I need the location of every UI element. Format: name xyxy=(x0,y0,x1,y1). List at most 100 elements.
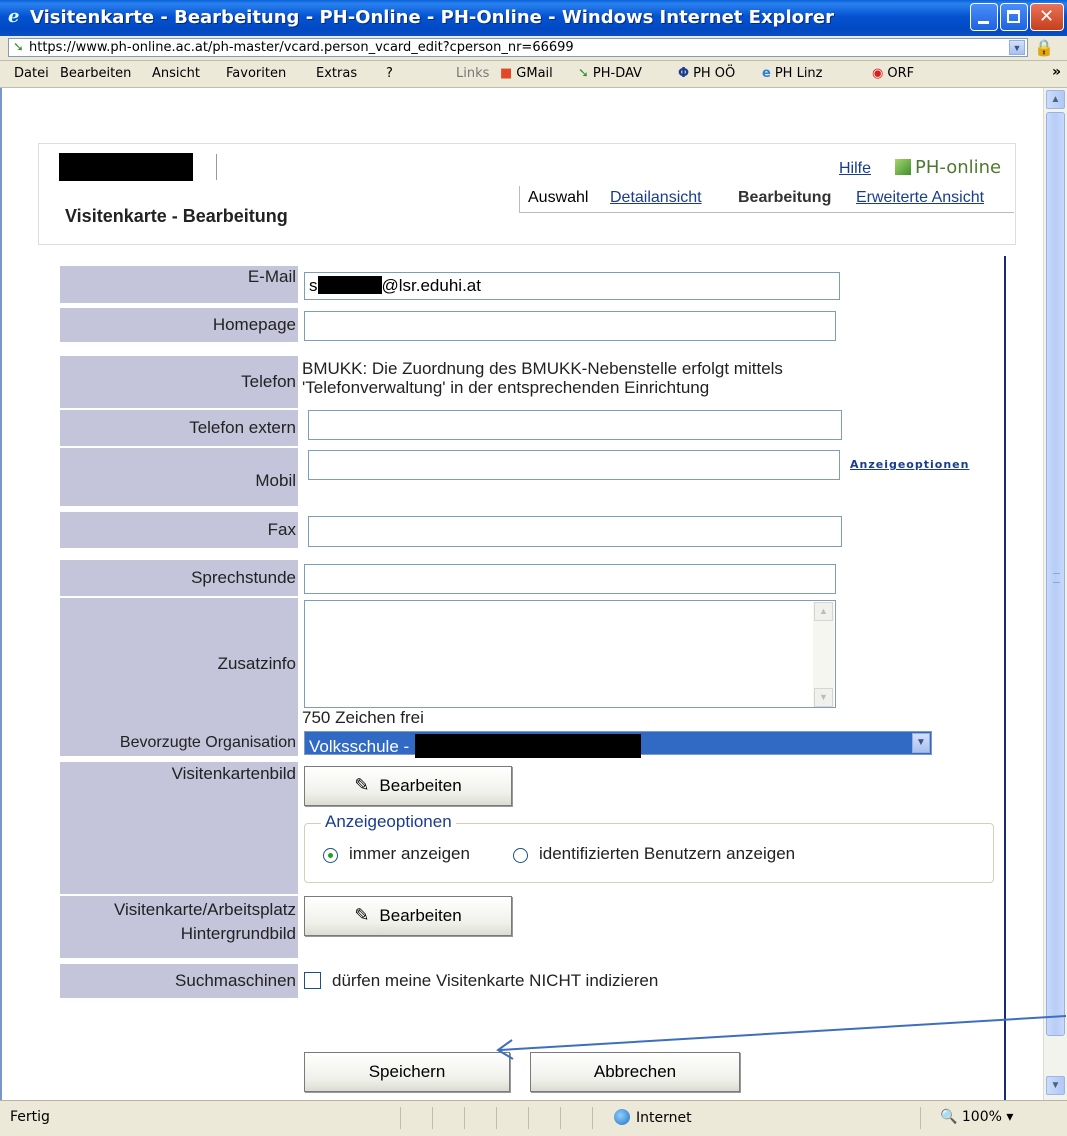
menu-extras[interactable]: Extras xyxy=(316,66,357,81)
link-gmail[interactable]: ■ GMail xyxy=(500,66,553,81)
status-divider xyxy=(400,1107,401,1129)
ph-online-logo-icon xyxy=(895,159,911,175)
security-zone[interactable]: Internet xyxy=(614,1109,692,1126)
homepage-field[interactable] xyxy=(304,311,836,341)
fax-field[interactable] xyxy=(308,516,842,547)
organisation-select[interactable]: Volksschule - ▼ xyxy=(304,731,932,758)
tab-auswahl[interactable]: Auswahl xyxy=(528,189,588,207)
orf-icon: ◉ xyxy=(872,66,884,81)
scroll-down-icon[interactable]: ▼ xyxy=(1046,1076,1065,1095)
display-options-fieldset: Anzeigeoptionen immer anzeigen identifiz… xyxy=(304,812,994,883)
cancel-button[interactable]: Abbrechen xyxy=(530,1052,740,1092)
gmail-icon: ■ xyxy=(500,66,513,81)
status-bar: Fertig Internet 🔍 100% ▾ xyxy=(0,1100,1067,1136)
site-favicon-icon: ➘ xyxy=(13,40,24,55)
page-header: Hilfe PH-online Auswahl Detailansicht Be… xyxy=(38,143,1016,245)
link-ph-ooe[interactable]: Φ PH OÖ xyxy=(678,66,735,81)
email-label: E-Mail xyxy=(60,266,298,303)
status-divider xyxy=(464,1107,465,1129)
radio-always-show[interactable] xyxy=(323,848,338,863)
mobil-field[interactable] xyxy=(308,450,840,480)
edit-background-image-button[interactable]: ✎ Bearbeiten xyxy=(304,896,512,936)
status-text: Fertig xyxy=(10,1109,50,1125)
email-field[interactable]: s @lsr.eduhi.at xyxy=(304,272,840,300)
sprechstunde-field[interactable] xyxy=(304,564,836,594)
pencil-icon: ✎ xyxy=(354,775,370,796)
mobil-display-options-link[interactable]: Anzeigeoptionen xyxy=(850,458,969,471)
zoom-level[interactable]: 🔍 100% ▾ xyxy=(940,1109,1013,1125)
select-dropdown-icon[interactable]: ▼ xyxy=(912,733,930,753)
noindex-checkbox-label[interactable]: dürfen meine Visitenkarte NICHT indizier… xyxy=(332,971,658,991)
tab-erweiterte-ansicht[interactable]: Erweiterte Ansicht xyxy=(856,189,984,207)
header-separator xyxy=(216,154,217,180)
fax-label: Fax xyxy=(60,512,298,548)
radio-always-label[interactable]: immer anzeigen xyxy=(349,844,470,864)
telefon-label: Telefon xyxy=(60,356,298,408)
ph-dav-icon: ➘ xyxy=(578,66,589,81)
tab-detailansicht[interactable]: Detailansicht xyxy=(610,189,702,207)
menu-bar: Datei Bearbeiten Ansicht Favoriten Extra… xyxy=(0,61,1067,88)
zusatzinfo-label: Zusatzinfo xyxy=(60,598,298,730)
email-redacted xyxy=(317,276,382,294)
institution-logo-redacted xyxy=(59,153,193,181)
display-options-legend: Anzeigeoptionen xyxy=(321,812,456,832)
pencil-icon: ✎ xyxy=(354,905,370,926)
window-title-bar: e Visitenkarte - Bearbeitung - PH-Online… xyxy=(0,0,1067,36)
radio-identified-users[interactable] xyxy=(513,848,528,863)
address-bar: ➘ https://www.ph-online.ac.at/ph-master/… xyxy=(0,36,1067,61)
zusatzinfo-textarea[interactable]: ▲ ▼ xyxy=(304,600,836,708)
links-label: Links xyxy=(456,66,490,81)
textarea-scroll-up-icon[interactable]: ▲ xyxy=(814,602,833,621)
window-title: Visitenkarte - Bearbeitung - PH-Online -… xyxy=(30,7,834,28)
help-link[interactable]: Hilfe xyxy=(839,160,871,178)
close-button[interactable] xyxy=(1030,3,1064,31)
telefon-note-line2: 'Telefonverwaltung' in der entsprechende… xyxy=(302,378,710,397)
globe-icon xyxy=(614,1109,630,1125)
view-tabs: Auswahl Detailansicht Bearbeitung Erweit… xyxy=(519,186,1014,213)
link-orf[interactable]: ◉ ORF xyxy=(872,66,914,81)
menu-bearbeiten[interactable]: Bearbeiten xyxy=(60,66,131,81)
maximize-button[interactable] xyxy=(1000,3,1028,31)
ie-page-icon: e xyxy=(762,66,771,81)
scroll-up-icon[interactable]: ▲ xyxy=(1046,90,1065,109)
page-title: Visitenkarte - Bearbeitung xyxy=(65,206,288,226)
address-url[interactable]: https://www.ph-online.ac.at/ph-master/vc… xyxy=(29,40,574,55)
scroll-grip-icon xyxy=(1053,573,1060,583)
homepage-label: Homepage xyxy=(60,308,298,342)
menu-favoriten[interactable]: Favoriten xyxy=(226,66,286,81)
status-divider xyxy=(496,1107,497,1129)
ph-online-logo: PH-online xyxy=(895,157,1001,178)
menu-help[interactable]: ? xyxy=(386,66,393,81)
background-image-label: Visitenkarte/Arbeitsplatz Hintergrundbild xyxy=(60,896,298,958)
address-dropdown-icon[interactable]: ▼ xyxy=(1009,40,1025,55)
zoom-icon: 🔍 xyxy=(940,1109,958,1125)
address-field[interactable]: ➘ https://www.ph-online.ac.at/ph-master/… xyxy=(8,38,1028,57)
tab-bearbeitung[interactable]: Bearbeitung xyxy=(738,189,831,207)
link-ph-linz[interactable]: e PH Linz xyxy=(762,66,823,81)
link-ph-dav[interactable]: ➘ PH-DAV xyxy=(578,66,642,81)
radio-identified-label[interactable]: identifizierten Benutzern anzeigen xyxy=(539,844,795,864)
status-divider xyxy=(560,1107,561,1129)
textarea-scroll-down-icon[interactable]: ▼ xyxy=(814,688,833,707)
organisation-redacted xyxy=(415,734,642,758)
chars-free-counter: 750 Zeichen frei xyxy=(302,708,424,727)
menu-ansicht[interactable]: Ansicht xyxy=(152,66,200,81)
status-divider xyxy=(920,1107,921,1129)
sprechstunde-label: Sprechstunde xyxy=(60,560,298,596)
textarea-scrollbar[interactable]: ▲ ▼ xyxy=(813,602,834,707)
minimize-button[interactable] xyxy=(970,3,998,31)
org-label: Bevorzugte Organisation xyxy=(60,730,298,756)
page-scrollbar[interactable]: ▲ ▼ xyxy=(1043,88,1067,1100)
ph-ooe-icon: Φ xyxy=(678,66,690,81)
menu-datei[interactable]: Datei xyxy=(14,66,49,81)
scroll-thumb[interactable] xyxy=(1046,112,1065,1036)
telefon-note-line1: BMUKK: Die Zuordnung des BMUKK-Nebenstel… xyxy=(302,359,783,378)
lock-icon[interactable]: 🔒 xyxy=(1034,38,1054,58)
noindex-checkbox[interactable] xyxy=(304,972,321,989)
save-button[interactable]: Speichern xyxy=(304,1052,510,1092)
chevron-more-icon[interactable]: » xyxy=(1052,64,1061,80)
telefon-extern-label: Telefon extern xyxy=(60,410,298,446)
telefon-extern-field[interactable] xyxy=(308,410,842,440)
mobil-label: Mobil xyxy=(60,448,298,506)
edit-vcard-image-button[interactable]: ✎ Bearbeiten xyxy=(304,766,512,806)
